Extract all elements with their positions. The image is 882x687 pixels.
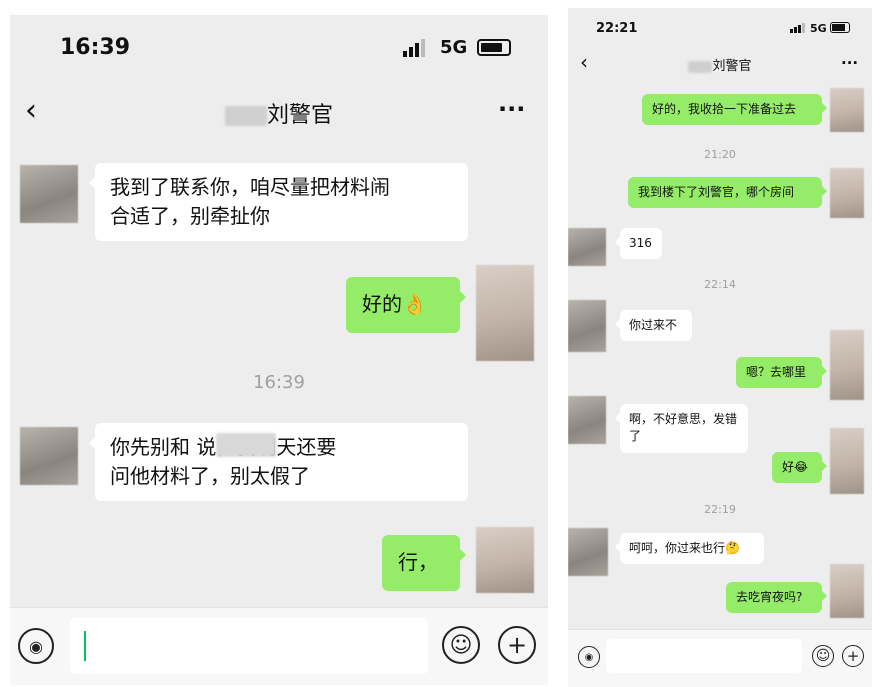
signal-icon — [403, 39, 425, 57]
message-bubble: 呵呵，你过来也行🤔 — [615, 533, 764, 565]
message-bubble: 好😂 — [772, 452, 827, 484]
avatar[interactable] — [568, 300, 606, 352]
message-input[interactable] — [606, 639, 802, 673]
message-bubble: 好的👌 — [346, 277, 466, 333]
left-chat-screen: 16:39 5G ‹ 刘警官 ··· 我到了联系你，咱尽量把材料闹 合适了，别牵… — [10, 15, 548, 685]
right-chat-screen: 22:21 5G ‹ 刘警官 ··· 好的，我收拾一下准备过去 21:20 我到… — [568, 8, 872, 687]
avatar[interactable] — [476, 527, 534, 593]
more-icon[interactable]: ··· — [841, 54, 858, 72]
message-bubble: 我到了联系你，咱尽量把材料闹 合适了，别牵扯你 — [89, 163, 468, 241]
more-icon[interactable]: ··· — [498, 95, 525, 123]
redaction — [216, 433, 276, 457]
message-bubble: 行， — [382, 535, 466, 591]
message-text: 好的，我收拾一下准备过去 — [652, 102, 797, 116]
message-text: 嗯？去哪里 — [746, 365, 807, 379]
avatar[interactable] — [830, 330, 864, 400]
message-text: 去吃宵夜吗? — [736, 590, 803, 604]
message-bubble: 嗯？去哪里 — [736, 357, 827, 389]
avatar[interactable] — [830, 564, 864, 618]
message-text: 我到楼下了刘警官，哪个房间 — [638, 185, 795, 199]
timestamp: 16:39 — [253, 372, 305, 393]
message-text: 好的👌 — [362, 292, 427, 316]
avatar[interactable] — [476, 265, 534, 361]
message-bubble: 好的，我收拾一下准备过去 — [642, 94, 827, 126]
network-label: 5G — [440, 37, 468, 58]
message-text: 行， — [398, 550, 438, 574]
message-input[interactable] — [70, 618, 428, 674]
input-bar: ◉ ☺ + — [568, 629, 872, 687]
message-line: 我到了联系你，咱尽量把材料闹 — [110, 175, 390, 199]
message-text: 呵呵，你过来也行🤔 — [629, 541, 740, 555]
message-bubble: 你过来不 — [615, 310, 692, 342]
message-line: 问他材料了，别太假了 — [110, 464, 310, 488]
message-bubble: 我到楼下了刘警官，哪个房间 — [628, 177, 827, 209]
network-label: 5G — [810, 22, 827, 35]
message-bubble: 316 — [615, 228, 662, 260]
chat-title: 刘警官 — [568, 55, 872, 74]
emoji-icon[interactable]: ☺ — [812, 645, 834, 667]
text-cursor — [84, 631, 86, 661]
plus-icon[interactable]: + — [842, 645, 864, 667]
voice-icon[interactable]: ◉ — [18, 628, 54, 664]
message-text: 啊，不好意思，发错了 — [629, 412, 738, 444]
status-time: 22:21 — [596, 21, 638, 36]
message-line: 你先别和 说，我明天还要 — [110, 435, 336, 459]
chat-title-text: 刘警官 — [266, 103, 333, 128]
message-bubble: 你先别和 说，我明天还要 问他材料了，别太假了 — [89, 423, 468, 501]
message-bubble: 啊，不好意思，发错了 — [615, 404, 748, 453]
message-line: 合适了，别牵扯你 — [110, 204, 270, 228]
timestamp: 21:20 — [704, 148, 736, 161]
chat-title: 刘警官 — [10, 97, 548, 129]
avatar[interactable] — [830, 88, 864, 132]
emoji-icon[interactable]: ☺ — [442, 626, 480, 664]
message-text: 好😂 — [782, 460, 809, 474]
avatar[interactable] — [20, 165, 78, 223]
signal-icon — [790, 23, 805, 33]
voice-icon[interactable]: ◉ — [578, 646, 600, 668]
message-text: 316 — [629, 236, 652, 250]
message-bubble: 去吃宵夜吗? — [726, 582, 827, 614]
avatar[interactable] — [20, 427, 78, 485]
input-bar: ◉ ☺ + — [10, 607, 548, 685]
timestamp: 22:19 — [704, 503, 736, 516]
avatar[interactable] — [830, 168, 864, 218]
avatar[interactable] — [830, 428, 864, 494]
battery-icon — [830, 22, 850, 33]
avatar[interactable] — [568, 528, 608, 576]
avatar[interactable] — [568, 396, 606, 444]
timestamp: 22:14 — [704, 278, 736, 291]
message-text: 你过来不 — [629, 318, 678, 332]
chat-title-text: 刘警官 — [712, 59, 752, 74]
plus-icon[interactable]: + — [498, 626, 536, 664]
battery-icon — [477, 39, 511, 56]
status-time: 16:39 — [60, 35, 131, 60]
avatar[interactable] — [568, 228, 606, 266]
